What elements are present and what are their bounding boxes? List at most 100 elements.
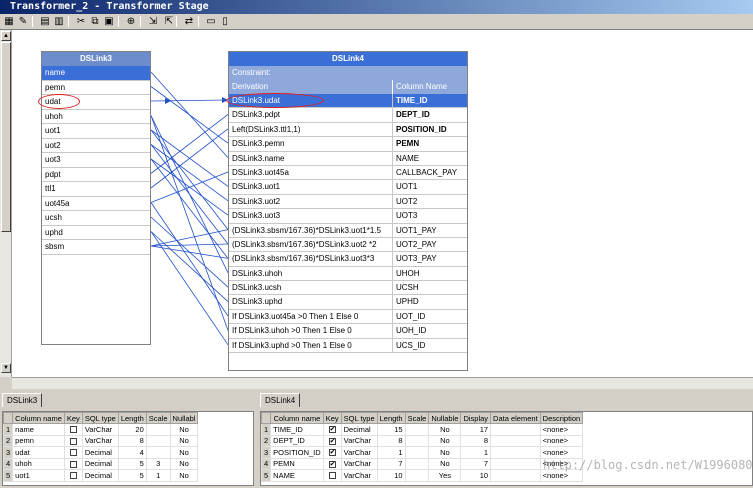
- input-column-uot2[interactable]: uot2: [42, 139, 150, 153]
- output-row[interactable]: (DSLink3.sbsm/167.36)*DSLink3.uot1*1.5 UO…: [229, 223, 467, 238]
- grid-cell[interactable]: No: [169, 446, 199, 459]
- grid-cell[interactable]: DEPT_ID: [270, 434, 324, 447]
- grid-cell[interactable]: Decimal: [81, 457, 119, 470]
- output-row[interactable]: Left(DSLink3.ttl1,1) POSITION_ID: [229, 122, 467, 138]
- output-row[interactable]: DSLink3.name NAME: [229, 151, 467, 166]
- column-name-cell[interactable]: UOH_ID: [393, 324, 467, 337]
- output-row[interactable]: (DSLink3.sbsm/167.36)*DSLink3.uot2 *2 UOT…: [229, 237, 467, 253]
- output-columns-grid[interactable]: Column name Key SQL type Length Scale Nullabl…: [260, 411, 753, 486]
- grid-header[interactable]: Display: [460, 412, 492, 424]
- grid-header[interactable]: [3, 412, 14, 424]
- checkbox[interactable]: ✔: [328, 449, 336, 457]
- column-name-cell[interactable]: NAME: [393, 152, 467, 165]
- column-name-cell[interactable]: UOT2_PAY: [393, 238, 467, 251]
- grid-cell[interactable]: VarChar: [81, 434, 119, 447]
- derivation-cell[interactable]: Left(DSLink3.ttl1,1): [229, 122, 393, 137]
- grid-cell[interactable]: [404, 446, 430, 459]
- grid-row[interactable]: 4 uhoh Decimal 5 3 No: [3, 457, 199, 470]
- column-name-cell[interactable]: UOT_ID: [393, 310, 467, 323]
- grid-header[interactable]: Key: [63, 412, 83, 424]
- checkbox[interactable]: [69, 472, 77, 480]
- key-checkbox[interactable]: ✔: [322, 434, 342, 447]
- derivation-cell[interactable]: If DSLink3.uot45a >0 Then 1 Else 0: [229, 309, 393, 324]
- grid-cell[interactable]: POSITION_ID: [270, 446, 324, 459]
- grid-cell[interactable]: pemn: [12, 434, 65, 447]
- output-row[interactable]: (DSLink3.sbsm/167.36)*DSLink3.uot3*3 UOT3…: [229, 252, 467, 267]
- output-row[interactable]: DSLink3.uot45a CALLBACK_PAY: [229, 165, 467, 181]
- grid-cell[interactable]: 8: [117, 434, 147, 447]
- output-row[interactable]: DSLink3.uphd UPHD: [229, 295, 467, 310]
- grid-header[interactable]: Nullable: [428, 412, 462, 424]
- grid-cell[interactable]: PEMN: [270, 457, 324, 470]
- derivation-cell[interactable]: DSLink3.uphd: [229, 295, 393, 309]
- output-row[interactable]: DSLink3.uot2 UOT2: [229, 194, 467, 210]
- key-checkbox[interactable]: [63, 446, 83, 459]
- grid-cell[interactable]: 1: [460, 446, 492, 459]
- input-column-ttl1[interactable]: ttl1: [42, 182, 150, 197]
- output-row[interactable]: DSLink3.uot1 UOT1: [229, 180, 467, 195]
- scroll-thumb[interactable]: [1, 42, 11, 232]
- grid-header[interactable]: Length: [117, 412, 147, 424]
- stage-properties-icon[interactable]: ▦: [2, 15, 16, 28]
- input-column-sbsm[interactable]: sbsm: [42, 240, 150, 255]
- column-name-cell[interactable]: UOT1_PAY: [393, 224, 467, 237]
- output-row[interactable]: If DSLink3.uhoh >0 Then 1 Else 0 UOH_ID: [229, 324, 467, 339]
- grid-header[interactable]: Description: [539, 412, 584, 424]
- grid-cell[interactable]: No: [169, 434, 199, 447]
- grid-row[interactable]: 5 uot1 Decimal 5 1 No: [3, 469, 199, 482]
- grid-cell[interactable]: [404, 457, 430, 470]
- derivation-cell[interactable]: DSLink3.uot2: [229, 194, 393, 209]
- grid-cell[interactable]: 10: [460, 469, 492, 482]
- grid-cell[interactable]: Decimal: [81, 469, 119, 482]
- grid-cell[interactable]: Decimal: [81, 446, 119, 459]
- cut-icon[interactable]: ✂: [74, 15, 88, 28]
- grid-cell[interactable]: Decimal: [340, 423, 378, 436]
- constraint-row[interactable]: Constraint:: [229, 66, 467, 80]
- constraints-icon[interactable]: ✎: [16, 15, 30, 28]
- grid-cell[interactable]: <none>: [539, 446, 584, 459]
- grid-cell[interactable]: [490, 434, 541, 447]
- derivation-cell[interactable]: (DSLink3.sbsm/167.36)*DSLink3.uot1*1.5: [229, 223, 393, 237]
- grid-cell[interactable]: [145, 434, 171, 447]
- input-link-title[interactable]: DSLink3: [42, 52, 150, 66]
- grid-cell[interactable]: [490, 457, 541, 470]
- grid-cell[interactable]: No: [169, 423, 199, 436]
- grid-cell[interactable]: 10: [376, 469, 406, 482]
- grid-cell[interactable]: uot1: [12, 469, 65, 482]
- input-column-uot45a[interactable]: uot45a: [42, 197, 150, 211]
- grid-cell[interactable]: 7: [460, 457, 492, 470]
- grid-cell[interactable]: 4: [117, 446, 147, 459]
- output-row[interactable]: DSLink3.uot3 UOT3: [229, 209, 467, 224]
- output-link-title[interactable]: DSLink4: [229, 52, 467, 66]
- output-row[interactable]: DSLink3.uhoh UHOH: [229, 266, 467, 282]
- checkbox[interactable]: ✔: [328, 460, 336, 468]
- grid-cell[interactable]: [145, 446, 171, 459]
- grid-header[interactable]: SQL type: [340, 412, 378, 424]
- input-column-uot3[interactable]: uot3: [42, 153, 150, 168]
- grid-cell[interactable]: 17: [460, 423, 492, 436]
- column-name-cell[interactable]: UHOH: [393, 267, 467, 280]
- column-name-cell[interactable]: UOT3: [393, 209, 467, 222]
- scroll-down-arrow[interactable]: ▼: [1, 363, 11, 373]
- key-checkbox[interactable]: ✔: [322, 423, 342, 436]
- key-checkbox[interactable]: [322, 469, 342, 482]
- grid-row[interactable]: 5 NAME VarChar 10 Yes 10 <none>: [261, 469, 584, 482]
- derivation-cell[interactable]: (DSLink3.sbsm/167.36)*DSLink3.uot2 *2: [229, 237, 393, 252]
- grid-row[interactable]: 2 pemn VarChar 8 No: [3, 434, 199, 447]
- grid-cell[interactable]: No: [169, 469, 199, 482]
- input-column-uphd[interactable]: uphd: [42, 226, 150, 240]
- grid-header[interactable]: Scale: [145, 412, 171, 424]
- grid-cell[interactable]: VarChar: [81, 423, 119, 436]
- grid-cell[interactable]: No: [428, 446, 462, 459]
- tab-output-link[interactable]: DSLink4: [260, 393, 301, 407]
- derivation-cell[interactable]: DSLink3.uot1: [229, 180, 393, 194]
- grid-cell[interactable]: 1: [376, 446, 406, 459]
- grid-cell[interactable]: uhoh: [12, 457, 65, 470]
- grid-cell[interactable]: 5: [117, 469, 147, 482]
- key-checkbox[interactable]: [63, 469, 83, 482]
- grid-cell[interactable]: 7: [376, 457, 406, 470]
- column-name-cell[interactable]: POSITION_ID: [393, 123, 467, 136]
- save-column-icon[interactable]: ⇱: [162, 15, 176, 28]
- grid-row[interactable]: 4 PEMN ✔ VarChar 7 No 7 <none>: [261, 457, 584, 470]
- scroll-up-arrow[interactable]: ▲: [1, 31, 11, 41]
